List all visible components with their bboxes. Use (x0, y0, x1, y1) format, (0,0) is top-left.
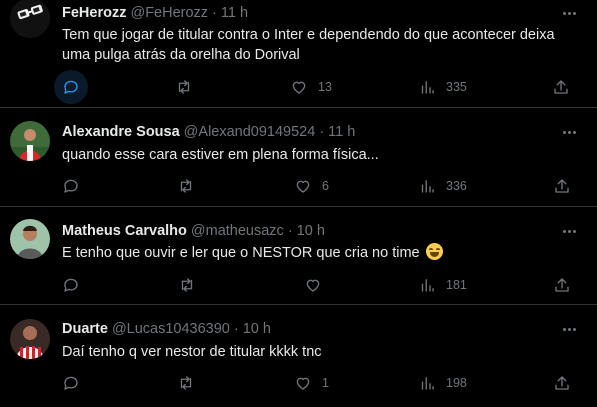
retweet-button[interactable] (177, 370, 205, 396)
user-handle[interactable]: @matheusazc (191, 223, 284, 239)
tweet-duarte[interactable]: Duarte @Lucas10436390 · 10 h Daí tenho q… (0, 305, 597, 407)
bar-chart-icon (421, 377, 434, 390)
like-button[interactable]: 1 (294, 370, 329, 396)
reply-timeline: FeHerozz @FeHerozz · 11 h Tem que jogar … (0, 0, 597, 407)
more-dots-icon[interactable] (559, 4, 579, 22)
share-button[interactable] (553, 272, 571, 298)
tweet-header: Duarte @Lucas10436390 · 10 h (62, 320, 271, 338)
like-count: 6 (322, 179, 329, 193)
heart-icon (306, 279, 320, 292)
retweet-button[interactable] (178, 272, 206, 298)
reply-button[interactable] (54, 370, 98, 396)
retweet-button[interactable] (175, 74, 203, 100)
retweet-arrows-icon (180, 376, 192, 390)
share-upload-icon (554, 80, 568, 94)
retweet-arrows-icon (180, 179, 192, 193)
retweet-arrows-icon (178, 80, 190, 94)
tweet-text: Daí tenho q ver nestor de titular kkkk t… (62, 344, 322, 360)
heart-icon (296, 180, 310, 193)
display-name[interactable]: Alexandre Sousa (62, 124, 180, 140)
tweet-feherozz[interactable]: FeHerozz @FeHerozz · 11 h Tem que jogar … (0, 0, 597, 108)
user-handle[interactable]: @Alexand09149524 (184, 124, 316, 140)
tweet-header: Alexandre Sousa @Alexand09149524 · 11 h (62, 123, 355, 141)
reply-bubble-icon (54, 366, 88, 400)
views-button[interactable]: 336 (418, 173, 467, 199)
separator-dot: · (319, 124, 325, 140)
like-button[interactable] (304, 272, 332, 298)
like-count: 13 (318, 80, 332, 94)
views-button[interactable]: 335 (418, 74, 467, 100)
timestamp[interactable]: 10 h (297, 223, 325, 239)
separator-dot: · (212, 5, 217, 21)
like-button[interactable]: 6 (294, 173, 329, 199)
tweet-matheus-carvalho[interactable]: Matheus Carvalho @matheusazc · 10 h E te… (0, 207, 597, 305)
separator-dot: · (233, 321, 239, 337)
avatar[interactable] (10, 319, 50, 359)
view-count: 198 (446, 376, 467, 390)
tweet-header: Matheus Carvalho @matheusazc · 10 h (62, 222, 325, 240)
reply-button[interactable] (54, 70, 98, 104)
display-name[interactable]: Duarte (62, 321, 108, 337)
like-count: 1 (322, 376, 329, 390)
reply-button[interactable] (54, 173, 98, 199)
reply-bubble-icon (54, 169, 88, 203)
share-button[interactable] (553, 370, 571, 396)
tweet-header: FeHerozz @FeHerozz · 11 h (62, 4, 248, 22)
reply-bubble-icon (54, 70, 88, 104)
tweet-text: E tenho que ouvir e ler que o NESTOR que… (62, 243, 582, 263)
share-upload-icon (555, 376, 569, 390)
timestamp[interactable]: 11 h (328, 124, 355, 140)
share-button[interactable] (552, 74, 570, 100)
display-name[interactable]: FeHerozz (62, 5, 126, 21)
joy-emoji-icon (425, 243, 443, 260)
bar-chart-icon (421, 81, 434, 94)
heart-icon (292, 81, 306, 94)
avatar[interactable] (10, 0, 50, 38)
views-button[interactable]: 198 (418, 370, 467, 396)
bar-chart-icon (421, 180, 434, 193)
tweet-alexandre-sousa[interactable]: Alexandre Sousa @Alexand09149524 · 11 h … (0, 108, 597, 207)
view-count: 181 (446, 278, 467, 292)
more-dots-icon[interactable] (559, 222, 579, 240)
user-handle[interactable]: @Lucas10436390 (112, 321, 230, 337)
retweet-arrows-icon (181, 278, 193, 292)
share-upload-icon (555, 278, 569, 292)
separator-dot: · (287, 223, 293, 239)
tweet-text: Tem que jogar de titular contra o Inter … (62, 27, 555, 63)
retweet-button[interactable] (177, 173, 205, 199)
share-button[interactable] (553, 173, 571, 199)
timestamp[interactable]: 11 h (221, 5, 248, 21)
avatar[interactable] (10, 219, 50, 259)
tweet-text-body: E tenho que ouvir e ler que o NESTOR que… (62, 245, 420, 261)
tweet-actions: 181 (0, 272, 597, 298)
reply-bubble-icon (54, 268, 88, 302)
user-handle[interactable]: @FeHerozz (130, 5, 208, 21)
more-dots-icon[interactable] (559, 320, 579, 338)
bar-chart-icon (421, 279, 434, 292)
tweet-actions: 6 336 (0, 173, 597, 199)
views-button[interactable]: 181 (418, 272, 467, 298)
avatar[interactable] (10, 121, 50, 161)
like-button[interactable]: 13 (290, 74, 332, 100)
more-dots-icon[interactable] (559, 123, 579, 141)
timestamp[interactable]: 10 h (243, 321, 271, 337)
view-count: 335 (446, 80, 467, 94)
heart-icon (296, 377, 310, 390)
display-name[interactable]: Matheus Carvalho (62, 223, 187, 239)
view-count: 336 (446, 179, 467, 193)
tweet-text: quando esse cara estiver em plena forma … (62, 147, 379, 163)
share-upload-icon (555, 179, 569, 193)
tweet-actions: 13 335 (0, 70, 597, 104)
reply-button[interactable] (54, 272, 98, 298)
tweet-actions: 1 198 (0, 370, 597, 396)
